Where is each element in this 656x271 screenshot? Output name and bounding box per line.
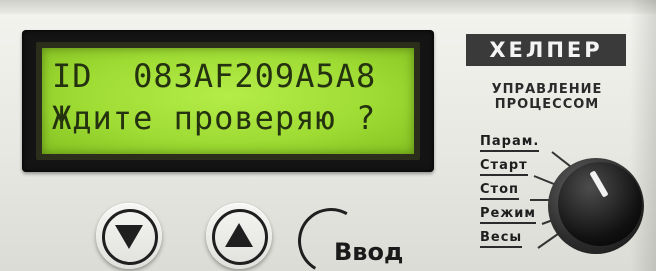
subtitle-line-2: ПРОЦЕССОМ <box>494 97 600 112</box>
mode-label-text: Парам. <box>480 134 540 149</box>
subtitle-line-1: УПРАВЛЕНИЕ <box>491 82 603 97</box>
knob-pointer <box>589 170 609 198</box>
brand-subtitle: УПРАВЛЕНИЕ ПРОЦЕССОМ <box>462 82 632 112</box>
panel-top-edge <box>0 0 656 14</box>
mode-label-text: Старт <box>480 158 528 173</box>
lcd-screen: ID 083AF209A5A8 Ждите проверяю ? <box>42 48 414 154</box>
mode-label-text: Весы <box>480 230 523 245</box>
enter-button-label: Ввод <box>334 238 404 266</box>
mode-label-stop: Стоп <box>480 182 519 200</box>
mode-label-text: Стоп <box>480 182 519 197</box>
up-button[interactable] <box>206 203 272 269</box>
panel-side-shadow <box>630 0 656 271</box>
lcd-line-2: Ждите проверяю ? <box>52 99 377 137</box>
mode-label-mode: Режим <box>480 206 537 224</box>
mode-label-text: Режим <box>480 206 537 221</box>
controller-panel: ID 083AF209A5A8 Ждите проверяю ? ХЕЛПЕР … <box>0 0 656 271</box>
triangle-down-icon <box>115 225 143 249</box>
mode-label-start: Старт <box>480 158 528 176</box>
mode-label-params: Парам. <box>480 134 540 152</box>
brand-logo: ХЕЛПЕР <box>466 34 626 66</box>
lcd-frame: ID 083AF209A5A8 Ждите проверяю ? <box>36 42 420 160</box>
lcd-bezel: ID 083AF209A5A8 Ждите проверяю ? <box>22 30 434 172</box>
triangle-up-icon <box>225 223 253 247</box>
down-button[interactable] <box>96 203 162 269</box>
mode-label-scales: Весы <box>480 230 523 248</box>
lcd-line-1: ID 083AF209A5A8 <box>52 57 377 95</box>
